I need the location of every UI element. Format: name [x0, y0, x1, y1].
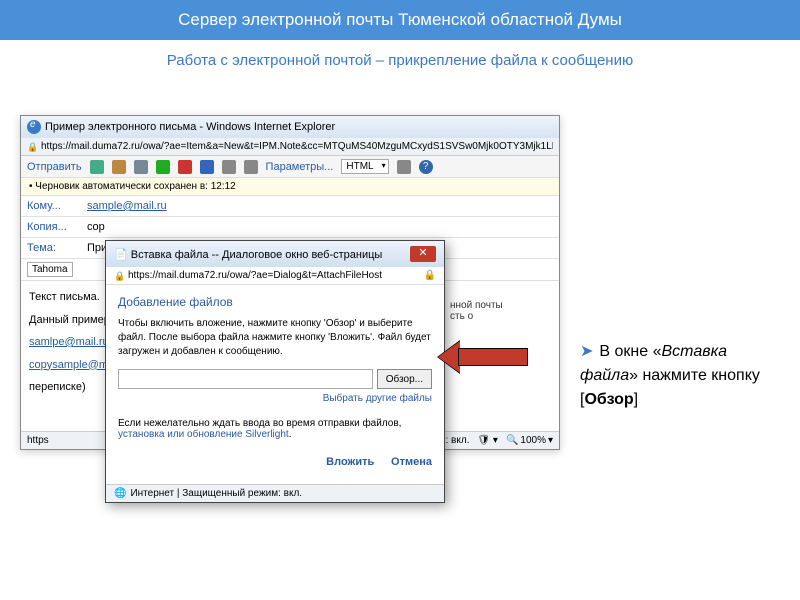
address-book-icon[interactable] [134, 160, 148, 174]
silverlight-link[interactable]: установка или обновление Silverlight [118, 429, 289, 440]
lock-icon [114, 271, 124, 281]
cc-label[interactable]: Копия... [21, 217, 81, 237]
signature-icon[interactable] [222, 160, 236, 174]
font-select[interactable]: Tahoma [27, 262, 73, 277]
browse-button[interactable]: Обзор... [377, 369, 432, 389]
importance-low-icon[interactable] [200, 160, 214, 174]
dialog-url: https://mail.duma72.ru/owa/?ae=Dialog&t=… [128, 270, 382, 281]
window-titlebar: Пример электронного письма - Windows Int… [21, 116, 559, 138]
select-more-files-link[interactable]: Выбрать другие файлы [323, 393, 432, 404]
page-header: Сервер электронной почты Тюменской облас… [0, 0, 800, 40]
instruction-callout: ➤В окне «Вставка файла» нажмите кнопку [… [580, 340, 780, 412]
callout-arrow [438, 346, 528, 368]
check-names-icon[interactable] [156, 160, 170, 174]
cancel-button[interactable]: Отмена [391, 456, 432, 468]
draft-saved-notice: • Черновик автоматически сохранен в: 12:… [21, 178, 559, 196]
send-button[interactable]: Отправить [27, 161, 82, 173]
zoom-control[interactable]: 🔍 100% ▾ [506, 435, 553, 446]
page-subheader: Работа с электронной почтой – прикреплен… [0, 40, 800, 81]
dialog-status-bar: Интернет | Защищенный режим: вкл. [106, 484, 444, 502]
url-text: https://mail.duma72.ru/owa/?ae=Item&a=Ne… [41, 141, 553, 152]
cc-value[interactable]: cop [81, 217, 559, 237]
options-icon[interactable] [397, 160, 411, 174]
ie-icon [27, 120, 41, 134]
dialog-address: https://mail.duma72.ru/owa/?ae=Dialog&t=… [106, 267, 444, 285]
attach-icon[interactable] [112, 160, 126, 174]
help-icon[interactable]: ? [419, 160, 433, 174]
protected-mode-icon[interactable]: 🛡 ▾ [477, 435, 498, 446]
security-icon: 🔒 [424, 270, 436, 281]
importance-high-icon[interactable] [178, 160, 192, 174]
compose-toolbar: Отправить Параметры... HTML ? [21, 156, 559, 178]
close-button[interactable]: ✕ [410, 246, 436, 262]
save-icon[interactable] [90, 160, 104, 174]
page-icon: 📄 [114, 249, 128, 261]
obscured-text: нной почты сть о [450, 300, 503, 322]
params-button[interactable]: Параметры... [266, 161, 334, 173]
status-protocol: https [27, 435, 49, 446]
flag-icon[interactable] [244, 160, 258, 174]
lock-icon [27, 142, 37, 152]
dialog-heading: Добавление файлов [118, 295, 432, 309]
dialog-instruction: Чтобы включить вложение, нажмите кнопку … [118, 317, 432, 359]
bullet-icon: ➤ [580, 343, 593, 360]
to-value[interactable]: sample@mail.ru [87, 200, 167, 212]
silverlight-note: Если нежелательно ждать ввода во время о… [118, 418, 432, 440]
address-bar[interactable]: https://mail.duma72.ru/owa/?ae=Item&a=Ne… [21, 138, 559, 156]
window-title: Пример электронного письма - Windows Int… [45, 121, 335, 133]
attach-file-dialog: 📄 Вставка файла -- Диалоговое окно веб-с… [105, 240, 445, 503]
to-label[interactable]: Кому... [21, 196, 81, 216]
file-path-input[interactable] [118, 369, 373, 389]
dialog-status-text: Интернет | Защищенный режим: вкл. [130, 488, 302, 499]
globe-icon [114, 488, 126, 499]
dialog-title: Вставка файла -- Диалоговое окно веб-стр… [131, 249, 383, 261]
attach-button[interactable]: Вложить [326, 456, 374, 468]
subject-label: Тема: [21, 238, 81, 258]
format-dropdown[interactable]: HTML [341, 159, 388, 174]
dialog-titlebar: 📄 Вставка файла -- Диалоговое окно веб-с… [106, 241, 444, 267]
